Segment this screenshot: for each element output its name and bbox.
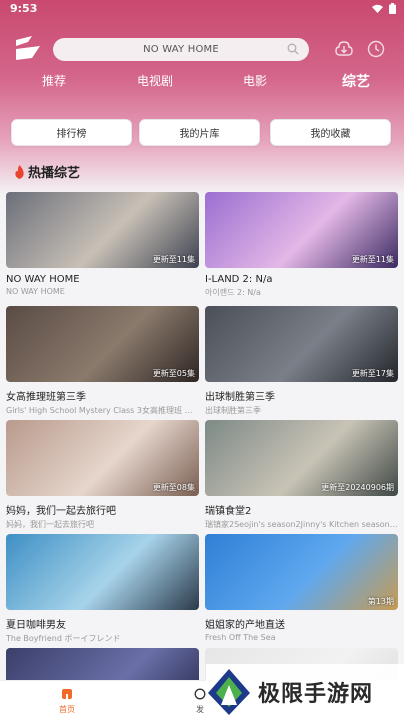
show-subtitle: NO WAY HOME (6, 287, 65, 296)
show-title[interactable]: 夏日咖啡男友 (6, 616, 199, 631)
search-bar[interactable]: NO WAY HOME (53, 38, 309, 61)
show-title[interactable]: 出球制胜第三季 (205, 388, 398, 403)
update-badge: 更新至05集 (152, 369, 195, 378)
search-icon[interactable] (287, 43, 299, 55)
ranking-button[interactable]: 排行榜 (11, 119, 132, 146)
update-badge: 更新至17集 (351, 369, 394, 378)
show-title[interactable]: NO WAY HOME (6, 274, 199, 285)
show-card[interactable]: 更新至05集 女高推理班第三季 Girls' High School Myste… (6, 306, 199, 416)
show-title[interactable]: 妈妈，我们一起去旅行吧 (6, 502, 199, 517)
category-tabs: 推荐 电视剧 电影 综艺 (0, 72, 404, 92)
show-thumbnail[interactable]: 更新至17集 (205, 306, 398, 382)
show-card[interactable]: 更新至11集 NO WAY HOME NO WAY HOME (6, 192, 199, 296)
app-logo-icon[interactable] (12, 32, 44, 64)
tab-tv-series[interactable]: 电视剧 (137, 72, 173, 89)
section-title: 热播综艺 (28, 166, 81, 181)
show-thumbnail[interactable]: 更新至20240906期 (205, 420, 398, 496)
show-subtitle: The Boyfriend ボーイフレンド (6, 634, 121, 643)
battery-icon (389, 3, 396, 14)
site-watermark: 极限手游网 (206, 664, 404, 720)
quick-actions: 排行榜 我的片库 我的收藏 (0, 119, 404, 147)
show-title[interactable]: 女高推理班第三季 (6, 388, 199, 403)
show-card[interactable]: 更新至20240906期 瑞镇食堂2 瑞镇家2Seojin's season2J… (205, 420, 398, 530)
tab-variety[interactable]: 综艺 (342, 71, 370, 91)
show-thumbnail[interactable]: 更新至08集 (6, 420, 199, 496)
watermark-logo-icon (208, 669, 250, 715)
show-thumbnail[interactable]: 更新至11集 (6, 192, 199, 268)
show-thumbnail[interactable]: 更新至11集 (205, 192, 398, 268)
watermark-text: 极限手游网 (258, 682, 374, 707)
show-subtitle: 出球制胜第三季 (205, 406, 261, 415)
nav-home-label: 首页 (59, 705, 75, 714)
history-icon[interactable] (366, 39, 386, 59)
show-thumbnail[interactable]: 第13期 (205, 534, 398, 610)
section-header: 热播综艺 (14, 162, 80, 181)
show-thumbnail[interactable]: 更新至05集 (6, 306, 199, 382)
status-bar: 9:53 (0, 0, 404, 18)
tab-movies[interactable]: 电影 (243, 72, 267, 89)
show-subtitle: Fresh Off The Sea (205, 633, 276, 642)
show-card[interactable]: 第13期 姐姐家的产地直送 Fresh Off The Sea (205, 534, 398, 642)
show-title[interactable]: 瑞镇食堂2 (205, 502, 398, 517)
show-card[interactable]: 夏日咖啡男友 The Boyfriend ボーイフレンド (6, 534, 199, 644)
fire-icon (15, 164, 24, 179)
download-icon[interactable] (334, 39, 354, 59)
show-card[interactable]: 更新至08集 妈妈，我们一起去旅行吧 妈妈，我们一起去旅行吧 (6, 420, 199, 530)
update-badge: 更新至11集 (152, 255, 195, 264)
show-title[interactable]: I-LAND 2: N/a (205, 274, 398, 285)
home-icon (62, 689, 72, 699)
update-badge: 第13期 (367, 597, 394, 606)
nav-home[interactable]: 首页 (54, 685, 80, 715)
status-time: 9:53 (10, 2, 38, 15)
update-badge: 更新至08集 (152, 483, 195, 492)
update-badge: 更新至11集 (351, 255, 394, 264)
search-input[interactable]: NO WAY HOME (143, 44, 219, 55)
show-subtitle: 아이랜드 2: N/a (205, 288, 261, 297)
show-card[interactable]: 更新至17集 出球制胜第三季 出球制胜第三季 (205, 306, 398, 416)
my-favorites-button[interactable]: 我的收藏 (270, 119, 391, 146)
show-subtitle: Girls' High School Mystery Class 3女高推理班 … (6, 406, 199, 415)
show-subtitle: 妈妈，我们一起去旅行吧 (6, 520, 94, 529)
wifi-icon (372, 4, 383, 13)
show-subtitle: 瑞镇家2Seojin's season2Jinny's Kitchen seas… (205, 520, 398, 529)
show-card[interactable]: 更新至11集 I-LAND 2: N/a 아이랜드 2: N/a (205, 192, 398, 298)
show-thumbnail[interactable] (6, 534, 199, 610)
my-library-button[interactable]: 我的片库 (139, 119, 260, 146)
update-badge: 更新至20240906期 (321, 483, 394, 492)
status-icons (372, 3, 396, 14)
discover-icon (194, 688, 206, 700)
show-title[interactable]: 姐姐家的产地直送 (205, 616, 398, 631)
tab-recommend[interactable]: 推荐 (42, 72, 66, 89)
